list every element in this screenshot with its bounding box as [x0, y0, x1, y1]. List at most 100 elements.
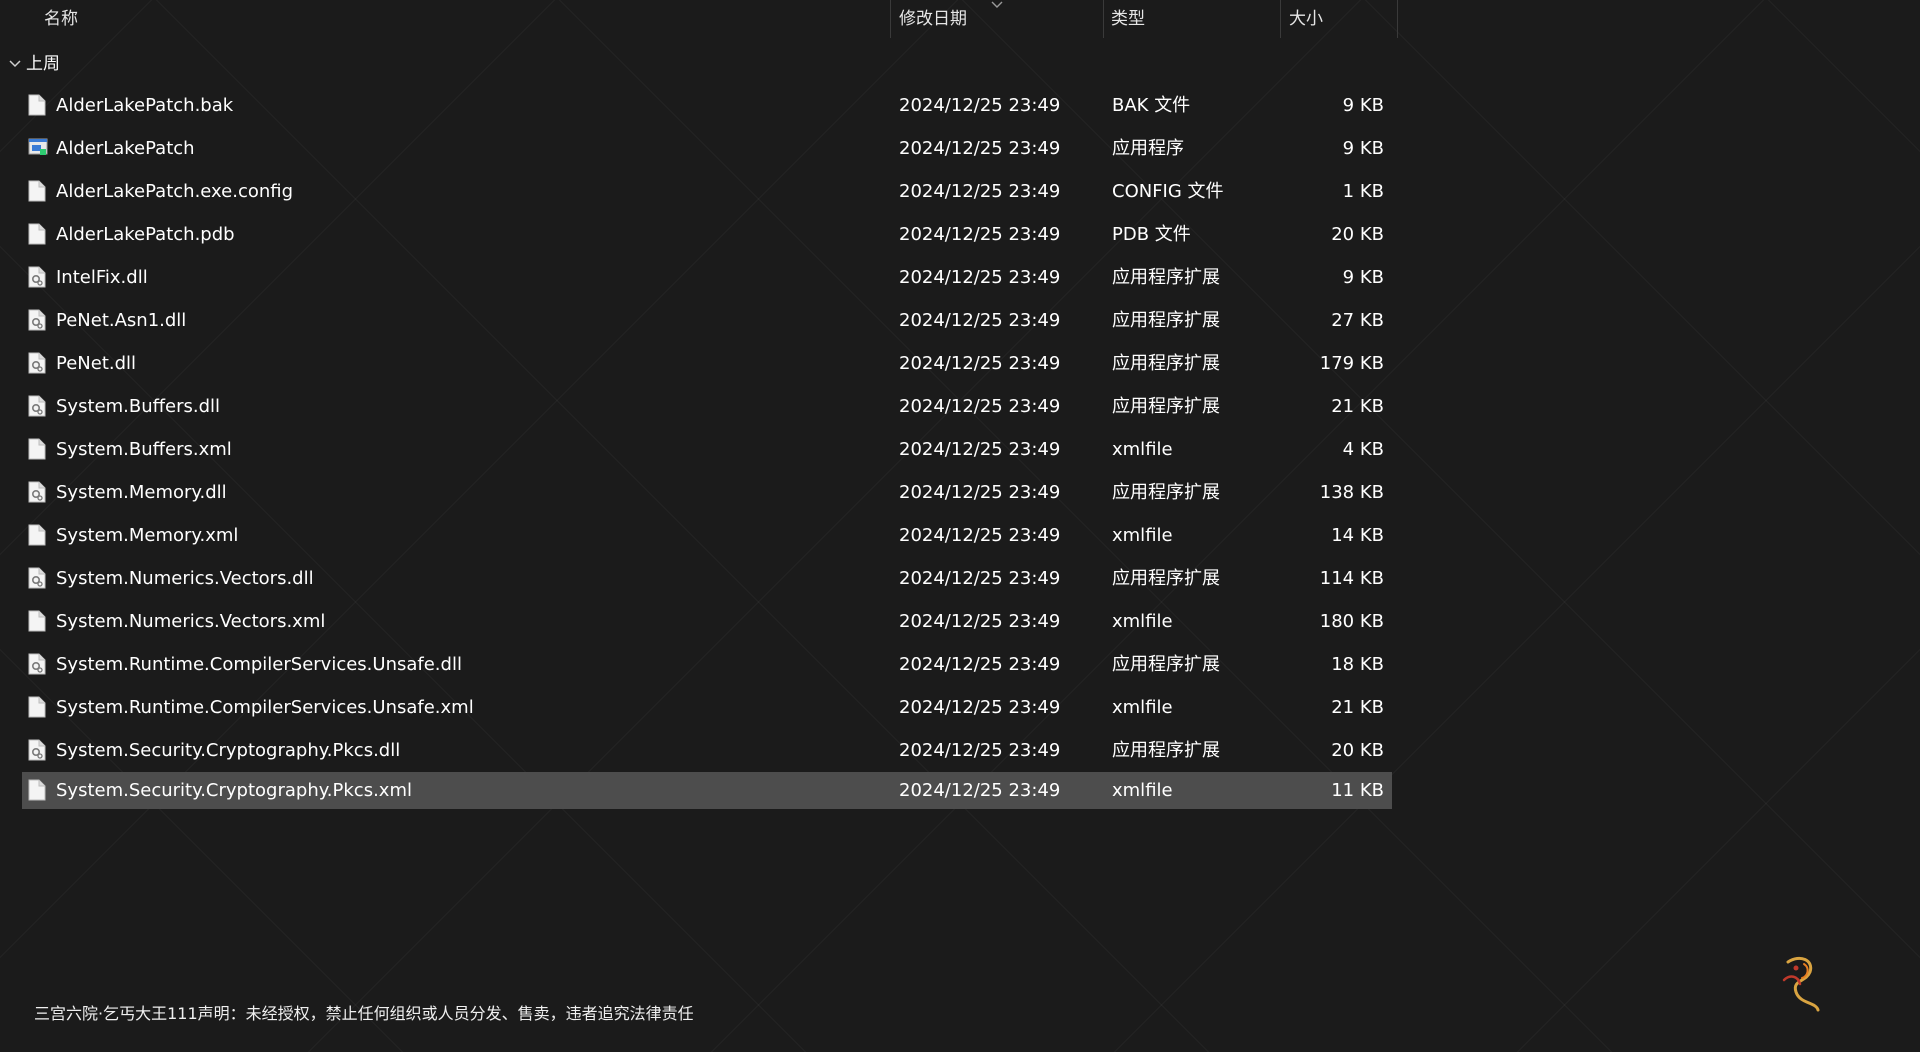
file-size: 9 KB — [1342, 95, 1384, 116]
dll-file-icon — [28, 739, 46, 761]
file-size: 180 KB — [1319, 611, 1384, 632]
file-name: PeNet.dll — [56, 353, 137, 374]
file-size: 114 KB — [1319, 568, 1384, 589]
file-size: 21 KB — [1331, 697, 1384, 718]
file-type: 应用程序扩展 — [1112, 396, 1220, 417]
group-header-last-week[interactable]: 上周 — [8, 50, 60, 78]
column-size-header[interactable]: 大小 — [1289, 0, 1323, 38]
file-modified-date: 2024/12/25 23:49 — [899, 525, 1061, 546]
file-modified-date: 2024/12/25 23:49 — [899, 780, 1061, 801]
file-type: xmlfile — [1112, 780, 1173, 801]
file-type: 应用程序扩展 — [1112, 482, 1220, 503]
column-type-header[interactable]: 类型 — [1111, 0, 1145, 38]
file-name: System.Runtime.CompilerServices.Unsafe.x… — [56, 697, 474, 718]
dll-file-icon — [28, 567, 46, 589]
file-modified-date: 2024/12/25 23:49 — [899, 310, 1061, 331]
copyright-notice: 三宫六院·乞丐大王111声明：未经授权，禁止任何组织或人员分发、售卖，违者追究法… — [34, 1004, 694, 1023]
file-row[interactable]: System.Security.Cryptography.Pkcs.dll 202… — [22, 729, 1392, 772]
dll-file-icon — [28, 352, 46, 374]
file-type: xmlfile — [1112, 525, 1173, 546]
file-row[interactable]: AlderLakePatch.pdb 2024/12/25 23:49 PDB 文件… — [22, 213, 1392, 256]
file-icon — [28, 610, 46, 632]
file-size: 20 KB — [1331, 740, 1384, 761]
file-name: System.Memory.xml — [56, 525, 239, 546]
file-modified-date: 2024/12/25 23:49 — [899, 740, 1061, 761]
dll-file-icon — [28, 481, 46, 503]
file-modified-date: 2024/12/25 23:49 — [899, 353, 1061, 374]
file-row[interactable]: PeNet.Asn1.dll 2024/12/25 23:49 应用程序扩展 27 K… — [22, 299, 1392, 342]
file-type: 应用程序扩展 — [1112, 267, 1220, 288]
file-type: xmlfile — [1112, 611, 1173, 632]
file-type: 应用程序扩展 — [1112, 353, 1220, 374]
file-size: 1 KB — [1342, 181, 1384, 202]
file-type: 应用程序 — [1112, 138, 1184, 159]
file-size: 4 KB — [1342, 439, 1384, 460]
file-list: AlderLakePatch.bak 2024/12/25 23:49 BAK 文件… — [22, 84, 1392, 809]
file-row[interactable]: System.Runtime.CompilerServices.Unsafe.x… — [22, 686, 1392, 729]
file-row[interactable]: System.Memory.dll 2024/12/25 23:49 应用程序扩展 1… — [22, 471, 1392, 514]
file-name: System.Memory.dll — [56, 482, 227, 503]
file-type: 应用程序扩展 — [1112, 740, 1220, 761]
file-row[interactable]: System.Memory.xml 2024/12/25 23:49 xmlfile… — [22, 514, 1392, 557]
dll-file-icon — [28, 395, 46, 417]
file-name: IntelFix.dll — [56, 267, 148, 288]
file-type: xmlfile — [1112, 697, 1173, 718]
file-type: BAK 文件 — [1112, 95, 1191, 116]
file-icon — [28, 223, 46, 245]
file-row[interactable]: AlderLakePatch.bak 2024/12/25 23:49 BAK 文件… — [22, 84, 1392, 127]
file-name: PeNet.Asn1.dll — [56, 310, 187, 331]
file-icon — [28, 696, 46, 718]
file-row[interactable]: AlderLakePatch.exe.config 2024/12/25 23:4… — [22, 170, 1392, 213]
file-row[interactable]: System.Runtime.CompilerServices.Unsafe.d… — [22, 643, 1392, 686]
file-row[interactable]: System.Numerics.Vectors.dll 2024/12/25 23… — [22, 557, 1392, 600]
file-row[interactable]: System.Security.Cryptography.Pkcs.xml 202… — [22, 772, 1392, 809]
file-modified-date: 2024/12/25 23:49 — [899, 181, 1061, 202]
file-row[interactable]: PeNet.dll 2024/12/25 23:49 应用程序扩展 179 KB — [22, 342, 1392, 385]
file-type: 应用程序扩展 — [1112, 568, 1220, 589]
application-icon — [28, 137, 48, 159]
file-type: CONFIG 文件 — [1112, 181, 1224, 202]
group-label: 上周 — [26, 54, 60, 74]
column-date-header[interactable]: 修改日期 — [899, 0, 967, 38]
file-modified-date: 2024/12/25 23:49 — [899, 224, 1061, 245]
file-row[interactable]: IntelFix.dll 2024/12/25 23:49 应用程序扩展 9 KB — [22, 256, 1392, 299]
file-name: System.Security.Cryptography.Pkcs.xml — [56, 780, 412, 801]
chevron-down-icon[interactable] — [8, 57, 22, 71]
file-icon — [28, 94, 46, 116]
file-type: PDB 文件 — [1112, 224, 1191, 245]
column-separator[interactable] — [1280, 0, 1281, 38]
file-name: AlderLakePatch.exe.config — [56, 181, 294, 202]
file-size: 11 KB — [1331, 780, 1384, 801]
file-size: 9 KB — [1342, 138, 1384, 159]
file-type: 应用程序扩展 — [1112, 310, 1220, 331]
dll-file-icon — [28, 266, 46, 288]
file-modified-date: 2024/12/25 23:49 — [899, 138, 1061, 159]
file-row[interactable]: System.Numerics.Vectors.xml 2024/12/25 23… — [22, 600, 1392, 643]
file-modified-date: 2024/12/25 23:49 — [899, 95, 1061, 116]
file-modified-date: 2024/12/25 23:49 — [899, 697, 1061, 718]
dll-file-icon — [28, 653, 46, 675]
file-name: System.Numerics.Vectors.dll — [56, 568, 314, 589]
dll-file-icon — [28, 309, 46, 331]
column-header: 名称 修改日期 类型 大小 — [0, 0, 1400, 38]
file-size: 20 KB — [1331, 224, 1384, 245]
file-name: System.Security.Cryptography.Pkcs.dll — [56, 740, 401, 761]
column-separator[interactable] — [1103, 0, 1104, 38]
file-modified-date: 2024/12/25 23:49 — [899, 482, 1061, 503]
file-size: 21 KB — [1331, 396, 1384, 417]
file-size: 14 KB — [1331, 525, 1384, 546]
file-type: xmlfile — [1112, 439, 1173, 460]
file-row[interactable]: System.Buffers.xml 2024/12/25 23:49 xmlfil… — [22, 428, 1392, 471]
file-row[interactable]: System.Buffers.dll 2024/12/25 23:49 应用程序扩展… — [22, 385, 1392, 428]
file-modified-date: 2024/12/25 23:49 — [899, 267, 1061, 288]
column-separator[interactable] — [1397, 0, 1398, 38]
watermark-logo-icon — [1782, 956, 1820, 1012]
column-separator[interactable] — [890, 0, 891, 38]
sort-chevron-icon — [991, 1, 1003, 8]
file-row[interactable]: AlderLakePatch 2024/12/25 23:49 应用程序 9 KB — [22, 127, 1392, 170]
file-name: System.Buffers.dll — [56, 396, 221, 417]
file-size: 18 KB — [1331, 654, 1384, 675]
file-modified-date: 2024/12/25 23:49 — [899, 654, 1061, 675]
column-name-header[interactable]: 名称 — [44, 0, 78, 38]
file-icon — [28, 180, 46, 202]
